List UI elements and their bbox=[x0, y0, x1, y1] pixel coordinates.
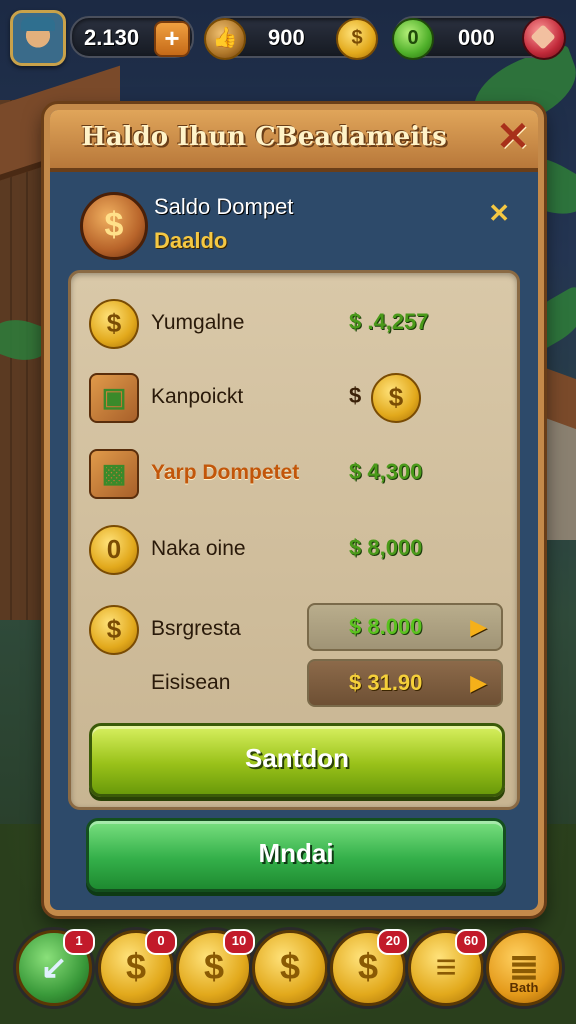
resource-bar-1: 2.130 + bbox=[70, 16, 194, 58]
player-avatar[interactable] bbox=[10, 10, 66, 66]
mini-close-icon[interactable]: ✕ bbox=[488, 198, 510, 229]
gem-icon: 0 bbox=[392, 18, 434, 60]
list-item: $ Yumgalne $ .4,257 bbox=[71, 293, 517, 357]
badge: 60 bbox=[455, 929, 487, 955]
coin-button[interactable]: $ 20 bbox=[330, 929, 409, 1006]
coin-icon: $ bbox=[357, 946, 379, 987]
resource-value-1: 2.130 bbox=[84, 25, 140, 50]
coin-button[interactable]: $ 10 bbox=[176, 929, 255, 1006]
coin-stack-icon: ≡ bbox=[435, 946, 457, 987]
row-label: Eisisean bbox=[151, 671, 231, 694]
row-label: Kanpoickt bbox=[151, 385, 244, 408]
row-label: Naka oine bbox=[151, 537, 246, 560]
resource-bar-3: 0 000 bbox=[392, 16, 566, 60]
play-arrow-icon: ▶ bbox=[470, 670, 487, 695]
row-value: $ .4,257 bbox=[349, 309, 429, 334]
secondary-button[interactable]: Mndai bbox=[86, 818, 506, 892]
coin-icon: $ bbox=[203, 946, 225, 987]
badge: 1 bbox=[63, 929, 95, 955]
play-arrow-icon: ▶ bbox=[470, 614, 487, 639]
list-item[interactable]: $ Bsrgresta $ 8.000 ▶ bbox=[71, 599, 517, 663]
coin-icon: 0 bbox=[89, 525, 139, 575]
box-icon: ▩ bbox=[89, 449, 139, 499]
list-item: ▩ Yarp Dompetet $ 4,300 bbox=[71, 443, 517, 507]
coin-button[interactable]: $ bbox=[252, 930, 328, 1006]
bath-button[interactable]: ≣ Bath bbox=[486, 930, 562, 1006]
resource-value-2: 900 bbox=[268, 25, 305, 50]
row-label: Bsrgresta bbox=[151, 617, 241, 640]
bath-label: Bath bbox=[509, 980, 539, 995]
chest-icon: ▣ bbox=[89, 373, 139, 423]
value-pill[interactable]: $ 8.000 ▶ bbox=[307, 603, 503, 651]
pill-value: $ 31.90 bbox=[349, 670, 423, 695]
wallet-list: $ Yumgalne $ .4,257 ▣ Kanpoickt $ $ ▩ Ya… bbox=[68, 270, 520, 810]
badge: 10 bbox=[223, 929, 255, 955]
wallet-header: $ Saldo Dompet Daaldo ✕ bbox=[70, 186, 518, 266]
coin-stack-button[interactable]: ≡ 60 bbox=[408, 929, 487, 1006]
thumbs-up-icon: 👍 bbox=[204, 18, 246, 60]
coin-icon: $ bbox=[89, 605, 139, 655]
row-value: $ bbox=[349, 383, 362, 408]
coin-icon: $ bbox=[125, 946, 147, 987]
panel-title: Haldo Ihun CBeadameits bbox=[81, 122, 447, 152]
row-label: Yarp Dompetet bbox=[151, 461, 300, 484]
coin-icon: $ bbox=[279, 946, 301, 987]
list-item: 0 Naka oine $ 8,000 bbox=[71, 519, 517, 583]
bottom-bar: ↙ 1 $ 0 $ 10 $ $ 20 ≡ 60 ≣ Bath bbox=[0, 928, 576, 1018]
wallet-coin-icon: $ bbox=[80, 192, 148, 260]
panel-title-bar: Haldo Ihun CBeadameits ✕ bbox=[50, 110, 538, 172]
coin-icon: $ bbox=[336, 18, 378, 60]
ruby-icon[interactable] bbox=[522, 16, 566, 60]
resource-value-3: 000 bbox=[458, 25, 495, 50]
wallet-title: Saldo Dompet bbox=[154, 194, 294, 219]
coin-button[interactable]: $ 0 bbox=[98, 929, 177, 1006]
row-label: Yumgalne bbox=[151, 311, 245, 334]
coin-stack-icon: $ bbox=[371, 373, 421, 423]
primary-button[interactable]: Santdon bbox=[89, 723, 505, 797]
row-value: $ 4,300 bbox=[349, 459, 423, 484]
arrow-icon: ↙ bbox=[40, 949, 68, 985]
pill-value: $ 8.000 bbox=[349, 614, 423, 639]
badge: 20 bbox=[377, 929, 409, 955]
badge: 0 bbox=[145, 929, 177, 955]
row-value: $ 8,000 bbox=[349, 535, 423, 560]
wallet-panel: Haldo Ihun CBeadameits ✕ $ Saldo Dompet … bbox=[44, 104, 544, 916]
value-pill[interactable]: $ 31.90 ▶ bbox=[307, 659, 503, 707]
close-button[interactable]: ✕ bbox=[494, 117, 532, 157]
list-item[interactable]: Eisisean $ 31.90 ▶ bbox=[71, 655, 517, 719]
list-item: ▣ Kanpoickt $ $ bbox=[71, 367, 517, 431]
resource-bar-2: 👍 900 $ bbox=[204, 16, 378, 60]
arrow-button[interactable]: ↙ 1 bbox=[16, 929, 95, 1006]
top-hud: 2.130 + 👍 900 $ 0 000 bbox=[0, 8, 576, 66]
add-resource-button[interactable]: + bbox=[154, 21, 190, 57]
coin-icon: $ bbox=[89, 299, 139, 349]
wallet-subtitle: Daaldo bbox=[154, 228, 228, 253]
